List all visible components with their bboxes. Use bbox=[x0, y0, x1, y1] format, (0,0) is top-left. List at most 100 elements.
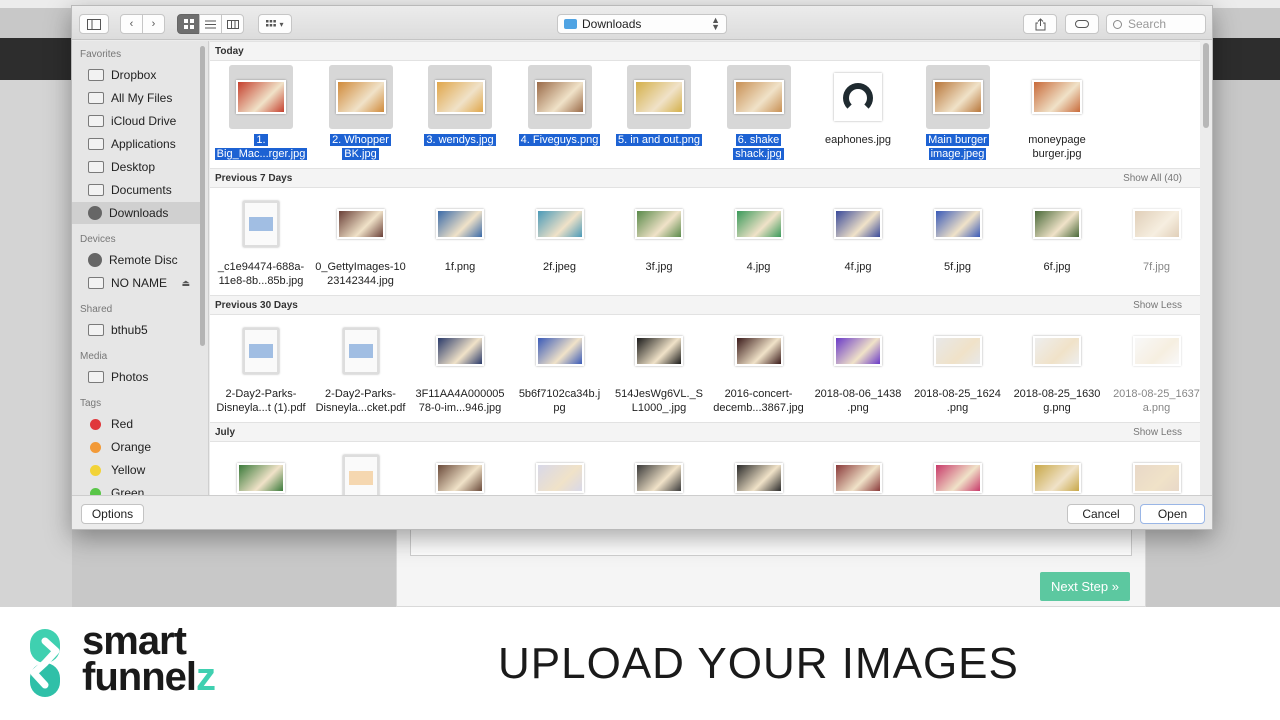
file-item[interactable]: 4f.jpg bbox=[810, 192, 906, 292]
file-item[interactable]: 3. wendys.jpg bbox=[412, 65, 508, 165]
options-button[interactable]: Options bbox=[81, 504, 144, 524]
sidebar-item-downloads[interactable]: Downloads bbox=[72, 202, 200, 224]
file-thumbnail-frame bbox=[1025, 192, 1089, 256]
share-button[interactable] bbox=[1023, 14, 1057, 34]
file-item[interactable] bbox=[611, 446, 707, 495]
cancel-button[interactable]: Cancel bbox=[1067, 504, 1135, 524]
sidebar-scrollbar[interactable] bbox=[200, 46, 205, 346]
file-item[interactable]: 3F11AA4A000005 78-0-im...946.jpg bbox=[412, 319, 508, 419]
file-item[interactable] bbox=[910, 446, 1006, 495]
file-item[interactable]: Main burger image.jpeg bbox=[910, 65, 1006, 165]
icon-view-button[interactable] bbox=[177, 14, 200, 34]
back-button[interactable]: ‹ bbox=[120, 14, 143, 34]
file-item[interactable]: 2. Whopper BK.jpg bbox=[313, 65, 409, 165]
file-item[interactable] bbox=[512, 446, 608, 495]
file-item[interactable]: 6f.jpg bbox=[1009, 192, 1105, 292]
sidebar-item-green[interactable]: Green bbox=[72, 482, 200, 495]
file-item[interactable] bbox=[1009, 446, 1105, 495]
content-scrollbar[interactable] bbox=[1203, 43, 1209, 128]
next-step-button[interactable]: Next Step » bbox=[1040, 572, 1130, 601]
file-item[interactable]: 2-Day2-Parks- Disneyla...cket.pdf bbox=[313, 319, 409, 419]
sidebar-toggle-button[interactable] bbox=[79, 14, 109, 34]
sidebar-item-no-name[interactable]: NO NAME ⏏ bbox=[72, 272, 200, 294]
sidebar-item-label: Green bbox=[111, 486, 145, 495]
file-name-label: 3F11AA4A000005 78-0-im...946.jpg bbox=[412, 387, 508, 415]
file-item[interactable]: 514JesWg6VL._S L1000_.jpg bbox=[611, 319, 707, 419]
file-name-line: BK.jpg bbox=[342, 148, 379, 160]
file-thumbnail-frame bbox=[727, 192, 791, 256]
sidebar-item-icloud-drive[interactable]: iCloud Drive bbox=[72, 110, 200, 132]
file-item[interactable] bbox=[213, 446, 309, 495]
list-view-button[interactable] bbox=[199, 14, 222, 34]
file-item[interactable]: 5f.jpg bbox=[910, 192, 1006, 292]
section-show-toggle[interactable]: Show Less bbox=[1133, 423, 1182, 442]
logo-text-funnelz: funnelz bbox=[82, 655, 216, 700]
forward-button[interactable]: › bbox=[142, 14, 165, 34]
sidebar-item-desktop[interactable]: Desktop bbox=[72, 156, 200, 178]
sidebar-item-applications[interactable]: Applications bbox=[72, 133, 200, 155]
section-show-toggle[interactable]: Show All (40) bbox=[1123, 169, 1182, 188]
video-caption: UPLOAD YOUR IMAGES bbox=[498, 639, 1019, 688]
file-name-line: 3F11AA4A000005 bbox=[415, 388, 505, 400]
file-name-label: 2018-08-25_1637 a.png bbox=[1109, 387, 1201, 415]
file-item[interactable]: eaphones.jpg bbox=[810, 65, 906, 165]
file-item[interactable]: 2018-08-06_1438 .png bbox=[810, 319, 906, 419]
sidebar-item-bthub5[interactable]: bthub5 bbox=[72, 319, 200, 341]
search-field[interactable]: Search bbox=[1106, 14, 1206, 34]
sidebar-item-documents[interactable]: Documents bbox=[72, 179, 200, 201]
list-icon bbox=[205, 20, 216, 28]
file-item[interactable]: 2018-08-25_1637 a.png bbox=[1109, 319, 1201, 419]
file-item[interactable]: 5b6f7102ca34b.j pg bbox=[512, 319, 608, 419]
file-name-line: Disneyla...cket.pdf bbox=[315, 402, 406, 414]
file-thumbnail-frame bbox=[428, 446, 492, 495]
location-popup[interactable]: Downloads ▲ ▼ bbox=[557, 14, 727, 34]
file-item[interactable] bbox=[1109, 446, 1201, 495]
file-item[interactable]: 7f.jpg bbox=[1109, 192, 1201, 292]
file-item[interactable]: 5. in and out.png bbox=[611, 65, 707, 165]
file-item[interactable]: 2-Day2-Parks- Disneyla...t (1).pdf bbox=[213, 319, 309, 419]
file-item[interactable]: 4.jpg bbox=[711, 192, 807, 292]
file-item[interactable]: 2016-concert-decemb...3867.jpg bbox=[711, 319, 807, 419]
sidebar-item-all-my-files[interactable]: All My Files bbox=[72, 87, 200, 109]
column-view-button[interactable] bbox=[221, 14, 244, 34]
file-item[interactable]: 0_GettyImages-10 23142344.jpg bbox=[313, 192, 409, 292]
file-item[interactable]: 4. Fiveguys.png bbox=[512, 65, 608, 165]
file-thumbnail-frame bbox=[428, 192, 492, 256]
open-button[interactable]: Open bbox=[1140, 504, 1205, 524]
sidebar-heading: Shared bbox=[80, 304, 113, 315]
file-name-label: _c1e94474-688a- 11e8-8b...85b.jpg bbox=[213, 260, 309, 288]
sidebar-item-label: Desktop bbox=[111, 160, 156, 174]
eject-icon[interactable]: ⏏ bbox=[181, 278, 190, 289]
sidebar-item-orange[interactable]: Orange bbox=[72, 436, 200, 458]
sidebar-item-yellow[interactable]: Yellow bbox=[72, 459, 200, 481]
file-item[interactable] bbox=[412, 446, 508, 495]
file-thumbnail-frame bbox=[727, 446, 791, 495]
file-item[interactable]: 1f.png bbox=[412, 192, 508, 292]
file-thumbnail-frame bbox=[329, 446, 393, 495]
file-item[interactable] bbox=[810, 446, 906, 495]
file-item[interactable]: 2f.jpeg bbox=[512, 192, 608, 292]
back-forward-group: ‹ › bbox=[120, 14, 165, 34]
file-item[interactable]: 1. Big_Mac...rger.jpg bbox=[213, 65, 309, 165]
file-item[interactable]: _c1e94474-688a- 11e8-8b...85b.jpg bbox=[213, 192, 309, 292]
tags-button[interactable] bbox=[1065, 14, 1099, 34]
updown-chevron-icon: ▲ ▼ bbox=[711, 15, 720, 32]
file-item[interactable] bbox=[711, 446, 807, 495]
file-name-line: burger.jpg bbox=[1032, 148, 1082, 160]
file-item[interactable]: 3f.jpg bbox=[611, 192, 707, 292]
file-thumbnail-frame bbox=[1125, 319, 1189, 383]
file-item[interactable]: 2018-08-25_1630 g.png bbox=[1009, 319, 1105, 419]
sidebar-item-photos[interactable]: Photos bbox=[72, 366, 200, 388]
file-item[interactable]: moneypage burger.jpg bbox=[1009, 65, 1105, 165]
sidebar-item-red[interactable]: Red bbox=[72, 413, 200, 435]
sidebar-item-label: Documents bbox=[111, 183, 172, 197]
file-item[interactable] bbox=[313, 446, 409, 495]
sidebar-item-remote-disc[interactable]: Remote Disc bbox=[72, 249, 200, 271]
file-name-line: shack.jpg bbox=[733, 148, 784, 160]
arrange-button[interactable]: ▾ bbox=[258, 14, 292, 34]
view-mode-group bbox=[177, 14, 244, 34]
section-show-toggle[interactable]: Show Less bbox=[1133, 296, 1182, 315]
file-item[interactable]: 6. shake shack.jpg bbox=[711, 65, 807, 165]
file-item[interactable]: 2018-08-25_1624 .png bbox=[910, 319, 1006, 419]
sidebar-item-dropbox[interactable]: Dropbox bbox=[72, 64, 200, 86]
